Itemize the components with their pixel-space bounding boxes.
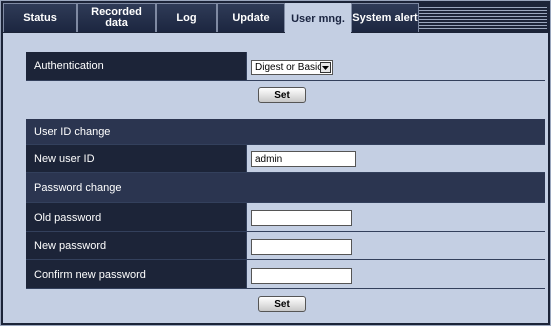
password-change-heading: Password change bbox=[34, 182, 122, 194]
tab-label: Recorded data bbox=[91, 6, 142, 29]
chevron-down-icon[interactable] bbox=[320, 62, 331, 73]
old-password-cell bbox=[246, 203, 545, 231]
button-label: Set bbox=[274, 89, 290, 101]
tab-label: Log bbox=[176, 11, 197, 24]
tab-bar-fill bbox=[419, 7, 547, 31]
user-id-change-header: User ID change bbox=[26, 119, 545, 145]
tab-status[interactable]: Status bbox=[3, 3, 77, 32]
authentication-label: Authentication bbox=[34, 60, 104, 72]
password-change-header: Password change bbox=[26, 173, 545, 203]
tab-label: Status bbox=[23, 11, 57, 24]
tab-user-mng[interactable]: User mng. bbox=[285, 3, 351, 34]
authentication-selected-value: Digest or Basic bbox=[255, 62, 323, 73]
new-password-cell bbox=[246, 232, 545, 259]
new-password-field[interactable] bbox=[251, 239, 352, 255]
authentication-row: Authentication Digest or Basic bbox=[26, 52, 545, 81]
new-user-id-cell bbox=[246, 145, 545, 172]
authentication-set-button[interactable]: Set bbox=[258, 87, 306, 103]
content-panel: Authentication Digest or Basic Set User … bbox=[3, 33, 548, 323]
new-user-id-field[interactable] bbox=[251, 151, 356, 167]
confirm-password-row: Confirm new password bbox=[26, 260, 545, 289]
old-password-row: Old password bbox=[26, 203, 545, 232]
new-password-row: New password bbox=[26, 232, 545, 260]
new-password-label: New password bbox=[34, 240, 107, 252]
tab-system-alert[interactable]: System alert bbox=[351, 3, 419, 32]
tab-recorded-data[interactable]: Recorded data bbox=[77, 3, 156, 32]
tab-log[interactable]: Log bbox=[156, 3, 217, 32]
new-user-id-label: New user ID bbox=[34, 153, 95, 165]
tab-bar: Status Recorded data Log Update User mng… bbox=[3, 3, 548, 34]
tab-label: Update bbox=[232, 11, 270, 24]
authentication-select[interactable]: Digest or Basic bbox=[251, 60, 333, 75]
authentication-cell: Digest or Basic bbox=[246, 52, 545, 80]
old-password-label: Old password bbox=[34, 212, 102, 224]
tab-label: System alert bbox=[352, 11, 418, 24]
new-user-id-row: New user ID bbox=[26, 145, 545, 173]
tab-label: User mng. bbox=[291, 12, 345, 25]
password-set-button[interactable]: Set bbox=[258, 296, 306, 312]
old-password-field[interactable] bbox=[251, 210, 352, 226]
button-label: Set bbox=[274, 298, 290, 310]
confirm-password-cell bbox=[246, 260, 545, 288]
tab-update[interactable]: Update bbox=[217, 3, 285, 32]
confirm-password-label: Confirm new password bbox=[34, 269, 146, 281]
confirm-password-field[interactable] bbox=[251, 268, 352, 284]
user-id-change-heading: User ID change bbox=[34, 126, 111, 138]
